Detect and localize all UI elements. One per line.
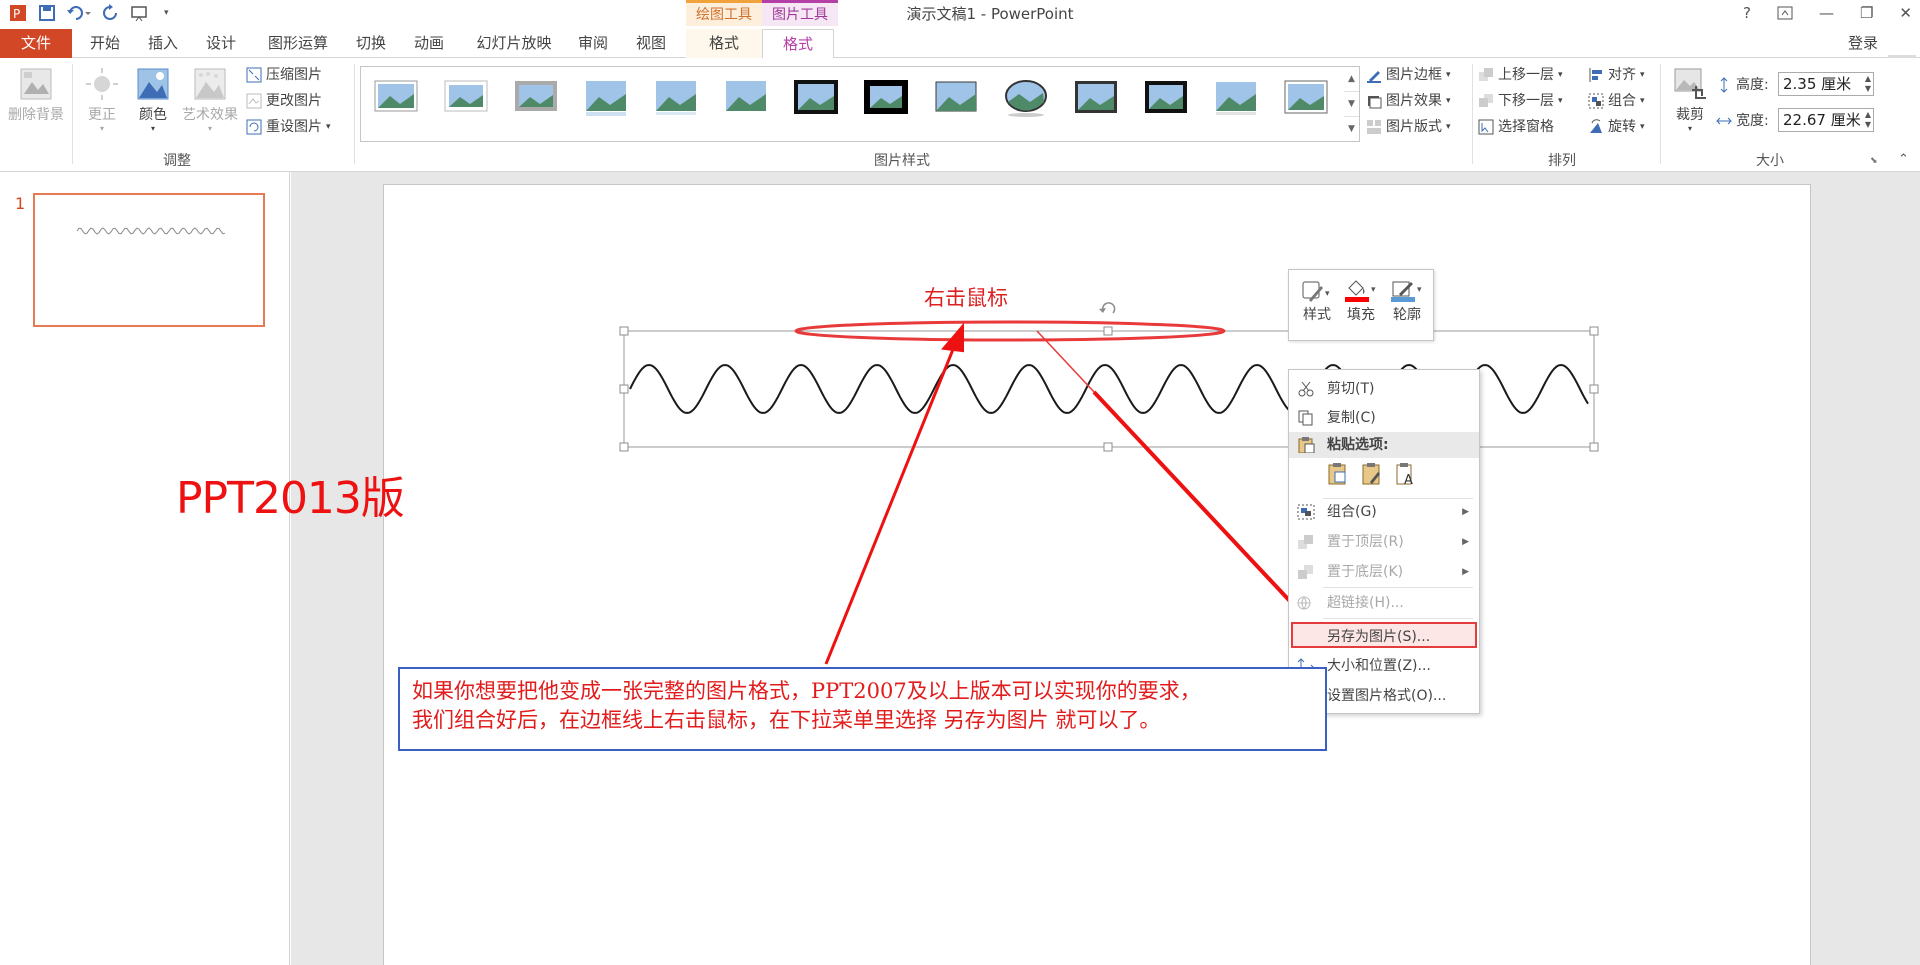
menu-item-send-to-back[interactable]: 置于底层(K) ▶ [1289, 559, 1479, 585]
submenu-arrow-icon: ▶ [1462, 567, 1469, 577]
rotation-handle-icon[interactable] [1099, 302, 1116, 314]
shape-style-icon: ▾ [1302, 281, 1330, 302]
svg-text:▾: ▾ [1371, 285, 1376, 295]
note-line-1: 如果你想要把他变成一张完整的图片格式，PPT2007及以上版本可以实现你的要求， [412, 679, 1201, 703]
annotation-arrow-down [1036, 330, 1315, 628]
menu-paste-options-header: 粘贴选项: [1289, 432, 1479, 458]
mini-toolbar: ▾ 样式 ▾ 填充 ▾ 轮廓 [1288, 269, 1434, 341]
fill-button[interactable]: ▾ 填充 [1339, 276, 1383, 324]
note-line-2: 我们组合好后，在边框线上右击鼠标，在下拉菜单里选择 另存为图片 就可以了。 [412, 708, 1161, 732]
paste-keep-source-formatting-icon[interactable] [1361, 462, 1383, 486]
fill-bucket-icon: ▾ [1345, 280, 1376, 302]
submenu-arrow-icon: ▶ [1462, 507, 1469, 517]
menu-item-save-as-picture[interactable]: 另存为图片(S)... [1291, 622, 1477, 648]
svg-text:▾: ▾ [1325, 289, 1330, 299]
menu-item-copy[interactable]: 复制(C) [1289, 405, 1479, 431]
group-icon [1297, 504, 1315, 520]
svg-text:A: A [1404, 473, 1413, 486]
context-menu: 剪切(T) 复制(C) 粘贴选项: A 组合(G) ▶ 置于顶层(R) ▶ 置于… [1288, 369, 1480, 714]
paste-keep-text-only-icon[interactable]: A [1395, 462, 1417, 486]
clipboard-icon [1298, 437, 1315, 453]
menu-item-bring-to-front[interactable]: 置于顶层(R) ▶ [1289, 529, 1479, 555]
explanation-note: 如果你想要把他变成一张完整的图片格式，PPT2007及以上版本可以实现你的要求，… [398, 667, 1327, 751]
paste-options-row: A [1327, 462, 1417, 486]
style-button[interactable]: ▾ 样式 [1295, 276, 1339, 324]
menu-item-hyperlink[interactable]: 超链接(H)... [1289, 590, 1479, 616]
send-to-back-icon [1298, 565, 1313, 579]
annotation-arrow-up [824, 322, 964, 665]
paste-use-destination-theme-icon[interactable] [1327, 462, 1349, 486]
outline-button[interactable]: ▾ 轮廓 [1385, 276, 1429, 324]
submenu-arrow-icon: ▶ [1462, 537, 1469, 547]
svg-text:▾: ▾ [1417, 285, 1422, 295]
outline-pen-icon: ▾ [1391, 281, 1422, 302]
menu-item-group[interactable]: 组合(G) ▶ [1289, 499, 1479, 525]
hyperlink-icon [1297, 596, 1311, 610]
menu-item-cut[interactable]: 剪切(T) [1289, 376, 1479, 402]
slide-graphics [619, 302, 1599, 665]
scissors-icon [1298, 381, 1314, 397]
bring-to-front-icon [1298, 535, 1313, 549]
copy-icon [1298, 410, 1313, 426]
